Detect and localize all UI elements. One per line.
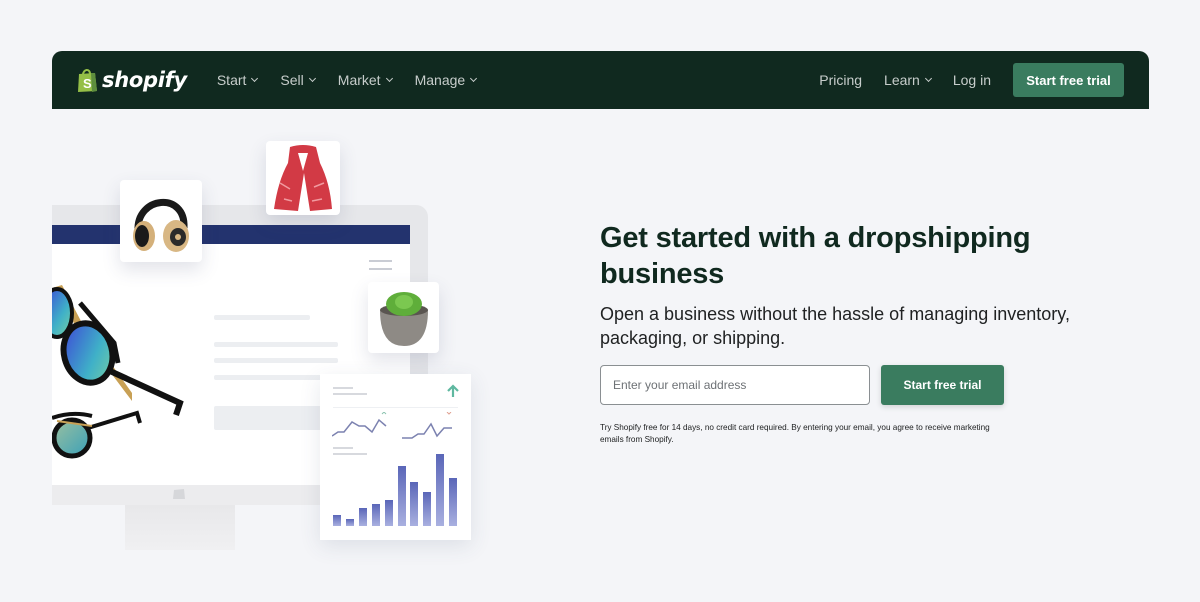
nav-item-label: Log in (952, 72, 991, 88)
shopify-logo[interactable]: S shopify (76, 67, 187, 93)
logo-wordmark: shopify (102, 68, 187, 92)
nav-item-label: Start (216, 72, 247, 88)
chart-bar (333, 515, 341, 526)
chart-bar (397, 466, 406, 526)
product-card-plant (368, 282, 439, 353)
start-free-trial-button[interactable]: Start free trial (881, 365, 1004, 405)
nav-start-free-trial-button[interactable]: Start free trial (1013, 63, 1124, 97)
nav-primary-menu: Start Sell Market Manage (217, 72, 499, 88)
analytics-dashboard-card (320, 374, 471, 540)
skeleton-line (333, 393, 367, 395)
chevron-down-icon (385, 74, 393, 83)
chart-bar (449, 478, 458, 526)
chart-bar (410, 482, 419, 526)
hamburger-menu-icon (369, 260, 392, 276)
nav-item-label: Learn (884, 72, 920, 88)
skeleton-line (333, 453, 367, 455)
nav-item-pricing[interactable]: Pricing (819, 72, 862, 88)
product-card-scarf (266, 141, 340, 215)
nav-item-manage[interactable]: Manage (414, 72, 478, 88)
top-navigation: S shopify Start Sell Market Manage Prici… (52, 51, 1149, 109)
skeleton-line (214, 342, 338, 347)
scarf-image (274, 145, 332, 211)
signup-form: Start free trial (600, 365, 1080, 405)
disclaimer-text: Try Shopify free for 14 days, no credit … (600, 423, 990, 444)
chart-bar (371, 504, 380, 526)
hero-title: Get started with a dropshipping business (600, 222, 1031, 290)
chevron-down-icon (924, 74, 932, 83)
nav-item-learn[interactable]: Learn (884, 72, 932, 88)
arrow-up-icon (447, 384, 459, 397)
shopping-bag-icon: S (78, 69, 97, 92)
nav-item-start[interactable]: Start (216, 72, 259, 88)
screen-header-bar (52, 225, 410, 244)
nav-item-label: Manage (414, 72, 466, 88)
divider (333, 407, 458, 408)
chart-bar (358, 508, 367, 526)
hero-subtitle: Open a business without the hassle of ma… (600, 304, 1070, 348)
chevron-down-icon (308, 74, 316, 83)
skeleton-line (214, 358, 338, 363)
nav-secondary-menu: Pricing Learn Log in Start free trial (819, 63, 1149, 97)
hero-section: Get started with a dropshipping business… (600, 220, 1080, 446)
email-input[interactable] (600, 365, 870, 405)
nav-item-label: Market (337, 72, 381, 88)
skeleton-line (214, 315, 310, 320)
chart-bar (423, 492, 432, 526)
product-card-headphones (120, 180, 202, 262)
chevron-down-icon (470, 74, 478, 83)
nav-item-label: Pricing (819, 72, 863, 88)
nav-item-label: Sell (280, 72, 304, 88)
chart-bar (345, 518, 354, 526)
succulent-plant-image (379, 291, 428, 346)
monitor-stand (125, 505, 235, 550)
skeleton-line (333, 447, 353, 449)
nav-item-login[interactable]: Log in (953, 72, 991, 88)
chart-bar (384, 500, 393, 526)
chart-bar (436, 454, 445, 526)
nav-item-market[interactable]: Market (337, 72, 393, 88)
sunglasses-image (52, 285, 184, 459)
skeleton-line (333, 387, 353, 389)
nav-item-sell[interactable]: Sell (280, 72, 316, 88)
headphones-image (133, 199, 189, 252)
sparkline-charts (332, 412, 452, 439)
shopify-bag-icon (173, 489, 185, 499)
chevron-down-icon (251, 74, 259, 83)
svg-text:S: S (83, 76, 92, 91)
